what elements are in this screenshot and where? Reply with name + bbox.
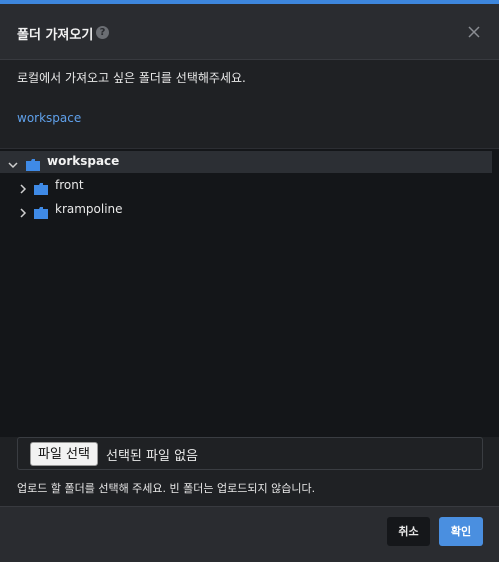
- tree-item-label: front: [55, 178, 84, 192]
- chevron-right-icon[interactable]: [17, 204, 29, 218]
- close-icon[interactable]: [467, 24, 481, 38]
- cancel-button[interactable]: 취소: [387, 517, 430, 546]
- folder-icon: [34, 204, 48, 219]
- folder-icon: [26, 156, 40, 171]
- workspace-path-link[interactable]: workspace: [17, 111, 81, 125]
- dialog-footer: 취소 확인: [0, 506, 499, 562]
- file-status-text: 선택된 파일 없음: [106, 449, 198, 464]
- tree-item-label: workspace: [47, 154, 120, 168]
- chevron-right-icon[interactable]: [17, 180, 29, 194]
- instruction-text: 로컬에서 가져오고 싶은 폴더를 선택해주세요.: [17, 71, 246, 85]
- confirm-button[interactable]: 확인: [439, 517, 483, 546]
- tree-item-workspace[interactable]: workspace: [0, 151, 492, 173]
- tree-item-krampoline[interactable]: krampoline: [0, 199, 492, 221]
- dialog-title: 폴더 가져오기: [17, 28, 94, 43]
- folder-icon: [34, 180, 48, 195]
- choose-file-button[interactable]: 파일 선택: [30, 442, 98, 466]
- upload-notice: 업로드 할 폴더를 선택해 주세요. 빈 폴더는 업로드되지 않습니다.: [17, 482, 316, 495]
- dialog-header: 폴더 가져오기 ?: [0, 4, 499, 60]
- file-input[interactable]: 파일 선택 선택된 파일 없음: [17, 437, 483, 470]
- folder-tree: workspace front krampoline: [0, 148, 499, 437]
- tree-item-label: krampoline: [55, 202, 123, 216]
- chevron-down-icon[interactable]: [7, 156, 19, 169]
- tree-item-front[interactable]: front: [0, 175, 492, 197]
- question-circle-icon[interactable]: ?: [96, 26, 109, 39]
